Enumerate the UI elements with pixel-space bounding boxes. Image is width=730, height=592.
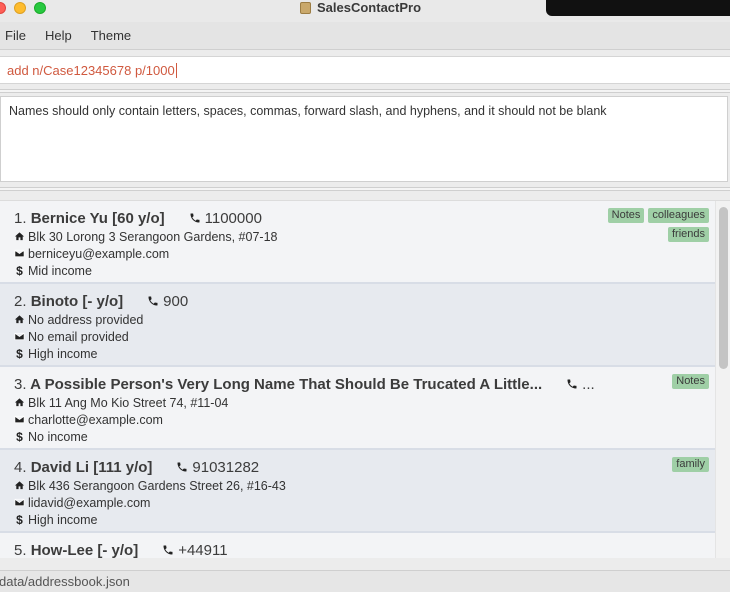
contact-card[interactable]: 3. A Possible Person's Very Long Name Th…	[0, 367, 715, 450]
contact-email: berniceyu@example.com	[14, 245, 715, 262]
envelope-icon	[14, 498, 25, 507]
result-display: Names should only contain letters, space…	[0, 96, 728, 182]
dollar-icon: $	[16, 263, 23, 278]
tag-notes: Notes	[607, 208, 645, 223]
phone-icon	[177, 462, 187, 472]
tag-notes: Notes	[672, 374, 709, 389]
tag-list: Notes colleagues friends	[589, 208, 709, 242]
contact-card[interactable]: 2. Binoto [- y/o] 900 No address provide…	[0, 284, 715, 367]
contact-address: Blk 436 Serangoon Gardens Street 26, #16…	[14, 477, 715, 494]
contact-phone: +44911	[162, 542, 228, 558]
envelope-icon	[14, 249, 25, 258]
status-file-path: data/addressbook.json	[0, 574, 130, 589]
title-bar: SalesContactPro	[0, 0, 730, 22]
tag-family: family	[672, 457, 709, 472]
contact-income: $ High income	[14, 345, 715, 362]
contact-income: $ No income	[14, 428, 715, 445]
tag-friends: friends	[667, 227, 709, 242]
text-caret	[175, 62, 177, 78]
contact-card[interactable]: 5. How-Lee [- y/o] +44911	[0, 533, 715, 558]
contact-address: Blk 11 Ang Mo Kio Street 74, #11-04	[14, 394, 715, 411]
contact-list[interactable]: 1. Bernice Yu [60 y/o] 1100000 Blk 30 Lo…	[0, 200, 730, 558]
window-title: SalesContactPro	[300, 0, 421, 16]
phone-icon	[567, 379, 577, 389]
command-input[interactable]: add n/Case12345678 p/1000	[0, 56, 730, 84]
app-icon	[300, 2, 311, 14]
contact-email: No email provided	[14, 328, 715, 345]
status-bar: data/addressbook.json	[0, 570, 730, 592]
overlay-panel	[546, 0, 730, 16]
contact-email: lidavid@example.com	[14, 494, 715, 511]
contact-phone: 1100000	[189, 210, 262, 227]
contact-name: 5. How-Lee [- y/o]	[14, 541, 139, 559]
contact-phone: 900	[147, 293, 188, 310]
window-title-text: SalesContactPro	[317, 0, 422, 15]
contact-address: No address provided	[14, 311, 715, 328]
menu-bar: File Help Theme	[0, 22, 730, 50]
splitter-handle[interactable]	[0, 89, 730, 93]
dollar-icon: $	[16, 429, 23, 444]
phone-icon	[163, 545, 173, 555]
home-icon	[14, 481, 25, 490]
envelope-icon	[14, 332, 25, 341]
tag-list: family	[589, 457, 709, 472]
result-message: Names should only contain letters, space…	[9, 104, 607, 118]
contact-card[interactable]: 1. Bernice Yu [60 y/o] 1100000 Blk 30 Lo…	[0, 201, 715, 284]
home-icon	[14, 398, 25, 407]
menu-theme[interactable]: Theme	[86, 28, 136, 43]
list-scrollbar[interactable]	[715, 201, 730, 558]
contact-card[interactable]: 4. David Li [111 y/o] 91031282 Blk 436 S…	[0, 450, 715, 533]
close-window-button[interactable]	[0, 2, 6, 14]
contact-income: $ High income	[14, 511, 715, 528]
contact-phone: 91031282	[176, 459, 259, 476]
menu-file[interactable]: File	[0, 28, 31, 43]
home-icon	[14, 315, 25, 324]
contact-email: charlotte@example.com	[14, 411, 715, 428]
phone-icon	[190, 213, 200, 223]
menu-help[interactable]: Help	[40, 28, 77, 43]
contact-income: $ Mid income	[14, 262, 715, 279]
tag-colleagues: colleagues	[648, 208, 709, 223]
scrollbar-thumb[interactable]	[719, 207, 728, 369]
contact-name: 1. Bernice Yu [60 y/o]	[14, 209, 165, 227]
contact-name: 3. A Possible Person's Very Long Name Th…	[14, 375, 543, 393]
tag-list: Notes	[589, 374, 709, 389]
command-text: add n/Case12345678 p/1000	[7, 62, 175, 78]
home-icon	[14, 232, 25, 241]
splitter-handle[interactable]	[0, 187, 730, 191]
phone-icon	[148, 296, 158, 306]
contact-name: 2. Binoto [- y/o]	[14, 292, 124, 310]
maximize-window-button[interactable]	[34, 2, 46, 14]
minimize-window-button[interactable]	[14, 2, 26, 14]
envelope-icon	[14, 415, 25, 424]
contact-name: 4. David Li [111 y/o]	[14, 458, 153, 476]
dollar-icon: $	[16, 346, 23, 361]
dollar-icon: $	[16, 512, 23, 527]
